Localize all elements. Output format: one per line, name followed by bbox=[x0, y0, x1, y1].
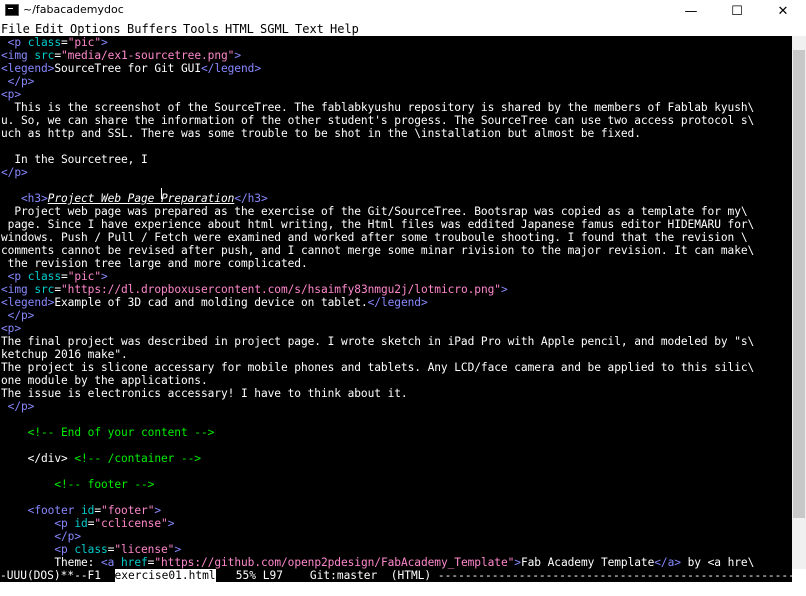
editor-line: In the Sourcetree, I bbox=[1, 153, 155, 166]
editor-line: <legend>Example of 3D cad and molding de… bbox=[1, 296, 428, 309]
editor-line: windows. Push / Pull / Fetch were examin… bbox=[1, 231, 748, 244]
minimize-button[interactable]: — bbox=[668, 0, 714, 22]
editor-line: <h3>Project Web Page Preparation</h3> bbox=[21, 192, 268, 205]
editor-line: <p class="pic"> bbox=[7, 270, 108, 283]
menu-options[interactable]: Options bbox=[70, 22, 121, 36]
modeline-vc-branch: Git:master bbox=[309, 569, 378, 582]
editor-line: <img src="https://dl.dropboxusercontent.… bbox=[1, 283, 508, 296]
editor-line: </p> bbox=[7, 309, 35, 322]
menu-sgml[interactable]: SGML bbox=[260, 22, 289, 36]
title-bar: ~/fabacademydoc — ☐ ✕ bbox=[0, 0, 806, 22]
editor-line: <!-- End of your content --> bbox=[27, 426, 215, 439]
editor-line: </p> bbox=[1, 166, 28, 179]
editor-line: The final project was described in proje… bbox=[1, 335, 755, 348]
vertical-scrollbar[interactable] bbox=[792, 36, 806, 569]
editor-line: <p class="pic"> bbox=[7, 36, 108, 49]
editor-line: </div> <!-- /container --> bbox=[1, 452, 201, 465]
editor-line: <img src="media/ex1-sourcetree.png"> bbox=[1, 49, 241, 62]
editor-line: This is the screenshot of the SourceTree… bbox=[1, 101, 755, 114]
close-button[interactable]: ✕ bbox=[760, 0, 806, 22]
maximize-button[interactable]: ☐ bbox=[714, 0, 760, 22]
editor-line: The issue is electronics accessary! I ha… bbox=[1, 387, 408, 400]
editor-line: page. Since I have experience about html… bbox=[1, 218, 755, 231]
editor-text-area[interactable]: <p class="pic"> <img src="media/ex1-sourc… bbox=[0, 36, 792, 569]
modeline-buffer-name[interactable]: exercise01.html bbox=[114, 569, 216, 582]
menu-file[interactable]: File bbox=[1, 22, 30, 36]
editor-line: <p class="license"> bbox=[54, 543, 182, 556]
modeline-position: 55% L97 bbox=[235, 569, 283, 582]
editor-line: </p> bbox=[7, 400, 35, 413]
menu-help[interactable]: Help bbox=[330, 22, 359, 36]
menu-html[interactable]: HTML bbox=[225, 22, 254, 36]
editor-line: <p> bbox=[1, 88, 22, 101]
scrollbar-thumb[interactable] bbox=[793, 50, 805, 518]
editor-line: u. So, we can share the information of t… bbox=[1, 114, 755, 127]
window-title: ~/fabacademydoc bbox=[23, 3, 124, 16]
editor-line: <p id="cclicense"> bbox=[54, 517, 175, 530]
minibuffer[interactable] bbox=[0, 582, 806, 596]
modeline-status: -UUU(DOS)**--F1 bbox=[0, 569, 115, 582]
menu-bar: File Edit Options Buffers Tools HTML SGM… bbox=[0, 22, 806, 36]
menu-tools[interactable]: Tools bbox=[183, 22, 219, 36]
editor-line: uch as http and SSL. There was some trou… bbox=[1, 127, 641, 140]
editor-line: the revision tree large and more complic… bbox=[1, 257, 308, 270]
mode-line: -UUU(DOS)**--F1 exercise01.html 55% L97 … bbox=[0, 569, 792, 582]
editor-line: <legend>SourceTree for Git GUI</legend> bbox=[1, 62, 261, 75]
editor-line: </p> bbox=[7, 75, 35, 88]
editor-line: Project web page was prepared as the exe… bbox=[1, 205, 748, 218]
editor-line: </p> bbox=[54, 530, 81, 543]
editor-line: Theme: <a href="https://github.com/openp… bbox=[1, 556, 755, 569]
editor-line: The project is slicone accessary for mob… bbox=[1, 361, 755, 374]
editor-line: <footer id="footer"> bbox=[27, 504, 162, 517]
editor-line: ketchup 2016 make". bbox=[1, 348, 128, 361]
menu-text[interactable]: Text bbox=[295, 22, 324, 36]
editor-line: <p> bbox=[1, 322, 22, 335]
menu-buffers[interactable]: Buffers bbox=[127, 22, 178, 36]
text-cursor bbox=[161, 188, 162, 199]
terminal-icon bbox=[5, 4, 19, 16]
editor-line: one module by the applications. bbox=[1, 374, 208, 387]
menu-edit[interactable]: Edit bbox=[35, 22, 64, 36]
modeline-major-mode[interactable]: (HTML) bbox=[391, 569, 431, 582]
editor-line: <!-- footer --> bbox=[54, 478, 155, 491]
editor-line: comments cannot be revised after push, a… bbox=[1, 244, 755, 257]
